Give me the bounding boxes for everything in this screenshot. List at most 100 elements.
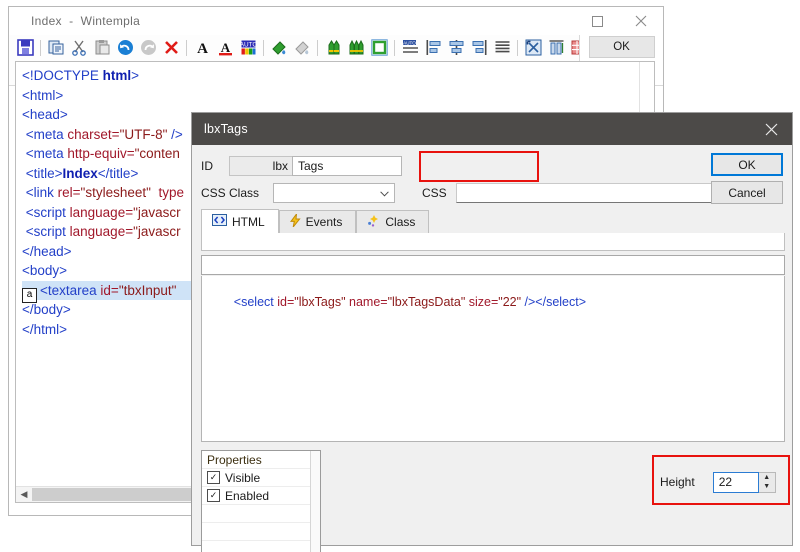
toolbar-separator: [394, 39, 395, 56]
bold-a-icon[interactable]: A: [192, 38, 212, 58]
code-token: type: [158, 185, 184, 200]
html-preview-token: /></select>: [521, 295, 587, 309]
html-source-input[interactable]: [201, 255, 785, 275]
dialog-title: lbxTags: [204, 122, 248, 136]
dialog-body: ID lbx Tags CSS Class CSS OK Cancel HTML…: [192, 145, 792, 552]
css-class-select[interactable]: [273, 183, 395, 203]
close-icon[interactable]: [619, 7, 663, 35]
id-prefix-value: lbx: [229, 156, 292, 176]
height-spinner[interactable]: ▲ ▼: [758, 471, 776, 493]
spinner-up-icon[interactable]: ▲: [759, 473, 775, 483]
tab-class[interactable]: Class: [356, 210, 430, 233]
code-token: <meta: [22, 126, 68, 142]
tab-panel-top: [201, 233, 785, 251]
properties-scrollbar[interactable]: [310, 451, 320, 552]
css-label: CSS: [422, 186, 447, 200]
code-token: </body>: [22, 302, 71, 317]
property-label: Enabled: [225, 488, 270, 503]
align-center-icon[interactable]: [446, 38, 466, 58]
property-label: Visible: [225, 470, 261, 485]
auto-color-icon[interactable]: AUTO: [238, 38, 258, 58]
frame-green-icon[interactable]: [369, 38, 389, 58]
code-token: language=: [69, 204, 134, 220]
code-token: rel=: [57, 185, 81, 200]
code-token: <script: [22, 224, 70, 239]
code-token: "stylesheet": [80, 185, 151, 200]
code-token: charset=: [67, 126, 120, 142]
redo-icon[interactable]: [138, 38, 158, 58]
scroll-left-arrow[interactable]: ◀: [16, 489, 32, 500]
delete-x-icon[interactable]: [161, 38, 181, 58]
property-row[interactable]: [202, 505, 320, 523]
properties-rows: ✓ Visible ✓ Enabled: [202, 469, 320, 552]
code-token: <textarea: [40, 282, 101, 298]
toolbar-separator: [263, 39, 264, 56]
resize-icon[interactable]: [523, 38, 543, 58]
save-icon[interactable]: [15, 38, 35, 58]
dialog-titlebar: lbxTags: [192, 113, 792, 145]
code-token: </head>: [22, 243, 72, 259]
font-color-a-icon[interactable]: A: [215, 38, 235, 58]
lightning-icon: [289, 212, 301, 230]
code-token: "tbxInput": [118, 282, 177, 298]
checkbox-icon[interactable]: ✓: [207, 489, 220, 502]
tabstrip: HTML Events Class: [201, 209, 597, 233]
window-controls: [575, 7, 663, 35]
code-token: <link: [22, 185, 58, 200]
tab-html[interactable]: HTML: [201, 209, 279, 233]
copy-page-icon[interactable]: [46, 38, 66, 58]
code-token: >: [131, 68, 140, 83]
close-icon[interactable]: [750, 113, 792, 145]
pencils-icon[interactable]: [346, 38, 366, 58]
checkbox-icon[interactable]: ✓: [207, 471, 220, 484]
code-token: "javascr: [133, 204, 181, 220]
undo-icon[interactable]: [115, 38, 135, 58]
height-group: Height 22 ▲ ▼: [660, 461, 780, 503]
justify-icon[interactable]: [492, 38, 512, 58]
spinner-down-icon[interactable]: ▼: [759, 482, 775, 492]
maximize-icon[interactable]: [575, 7, 619, 35]
columns-icon[interactable]: [546, 38, 566, 58]
property-row[interactable]: ✓ Visible: [202, 469, 320, 487]
code-token: />: [167, 126, 183, 142]
tab-events[interactable]: Events: [278, 210, 357, 233]
id-input[interactable]: Tags: [292, 156, 402, 176]
cut-icon[interactable]: [69, 38, 89, 58]
properties-list[interactable]: Properties ✓ Visible ✓ Enabled: [201, 450, 321, 552]
sparkle-icon: [367, 214, 380, 230]
align-right-icon[interactable]: [469, 38, 489, 58]
paste-icon[interactable]: [92, 38, 112, 58]
html-preview-token: id=: [277, 295, 295, 309]
code-token: "javascr: [133, 224, 181, 239]
svg-text:AUTO: AUTO: [240, 42, 257, 49]
paint-icon[interactable]: [269, 38, 289, 58]
screen: Index - Wintempla A A AUTO AUTO OK <!DOC…: [0, 0, 800, 552]
paint-gray-icon[interactable]: [292, 38, 312, 58]
pencil-green-icon[interactable]: [323, 38, 343, 58]
code-token: <body>: [22, 263, 68, 278]
svg-text:A: A: [197, 41, 208, 56]
dialog-ok-button[interactable]: OK: [711, 153, 783, 176]
code-token: language=: [69, 224, 134, 239]
css-input[interactable]: [456, 183, 746, 203]
property-row[interactable]: [202, 523, 320, 541]
html-preview-token: <select: [233, 295, 278, 309]
main-ok-button[interactable]: OK: [588, 36, 655, 58]
align-left-icon[interactable]: [423, 38, 443, 58]
code-token: <title>: [22, 165, 63, 181]
code-token: </html>: [22, 321, 68, 337]
id-field-highlight: [419, 151, 539, 182]
code-token: <head>: [22, 107, 68, 122]
element-properties-dialog: lbxTags ID lbx Tags CSS Class CSS OK Can…: [191, 112, 793, 552]
code-token: html: [102, 68, 132, 83]
property-row[interactable]: ✓ Enabled: [202, 487, 320, 505]
code-token: Index: [62, 165, 98, 181]
toolbar-separator: [186, 39, 187, 56]
height-input[interactable]: 22: [712, 471, 759, 493]
dialog-cancel-button[interactable]: Cancel: [711, 181, 783, 204]
toolbar-separator: [517, 39, 518, 56]
auto-layout-icon[interactable]: AUTO: [400, 38, 420, 58]
code-line: <!DOCTYPE html>: [22, 66, 654, 86]
property-row[interactable]: [202, 541, 320, 552]
toolbar-row-1: A A AUTO AUTO: [9, 35, 663, 60]
